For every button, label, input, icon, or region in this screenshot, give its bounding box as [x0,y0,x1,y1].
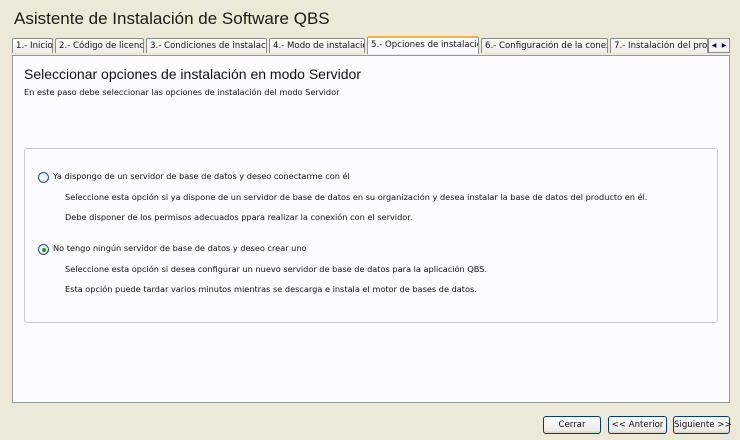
options-group: Ya dispongo de un servidor de base de da… [24,148,718,323]
tab-configuracion-conexion[interactable]: 6.- Configuración de la conexión [481,38,608,53]
tab-modo-instalacion[interactable]: 4.- Modo de instalación [269,38,365,53]
radio-new-server[interactable] [38,244,49,255]
tab-codigo-licencia[interactable]: 2.- Código de licencia [55,38,144,53]
next-button[interactable]: Siguiente >> [673,416,732,434]
tab-condiciones-instalacion[interactable]: 3.- Condiciones de instalación [146,38,267,53]
tab-bar: 1.- Inicio 2.- Código de licencia 3.- Co… [12,36,730,55]
tab-scroll-control: ◀ ▶ [708,38,730,53]
tab-opciones-instalacion[interactable]: 5.- Opciones de instalación [367,36,479,54]
page-heading: Seleccionar opciones de instalación en m… [24,66,361,82]
previous-button[interactable]: << Anterior [608,416,667,434]
content-panel: Seleccionar opciones de instalación en m… [12,55,730,403]
option-new-server-desc: Seleccione esta opción si desea configur… [65,264,488,274]
option-new-server-note: Esta opción puede tardar varios minutos … [65,284,477,294]
radio-existing-server[interactable] [38,172,49,183]
option-existing-server-note: Debe disponer de los permisos adecuados … [65,212,413,222]
option-existing-server-label[interactable]: Ya dispongo de un servidor de base de da… [53,171,350,181]
option-new-server-label[interactable]: No tengo ningún servidor de base de dato… [53,243,307,253]
tab-inicio[interactable]: 1.- Inicio [12,38,53,53]
arrow-right-icon[interactable]: ▶ [722,42,727,49]
page-subheading: En este paso debe seleccionar las opcion… [24,87,340,97]
close-button[interactable]: Cerrar [543,416,601,434]
option-existing-server-desc: Seleccione esta opción si ya dispone de … [65,192,648,202]
tab-instalacion-producto[interactable]: 7.- Instalación del produ [610,38,708,53]
window-title: Asistente de Instalación de Software QBS [14,9,330,28]
arrow-left-icon[interactable]: ◀ [712,42,717,49]
